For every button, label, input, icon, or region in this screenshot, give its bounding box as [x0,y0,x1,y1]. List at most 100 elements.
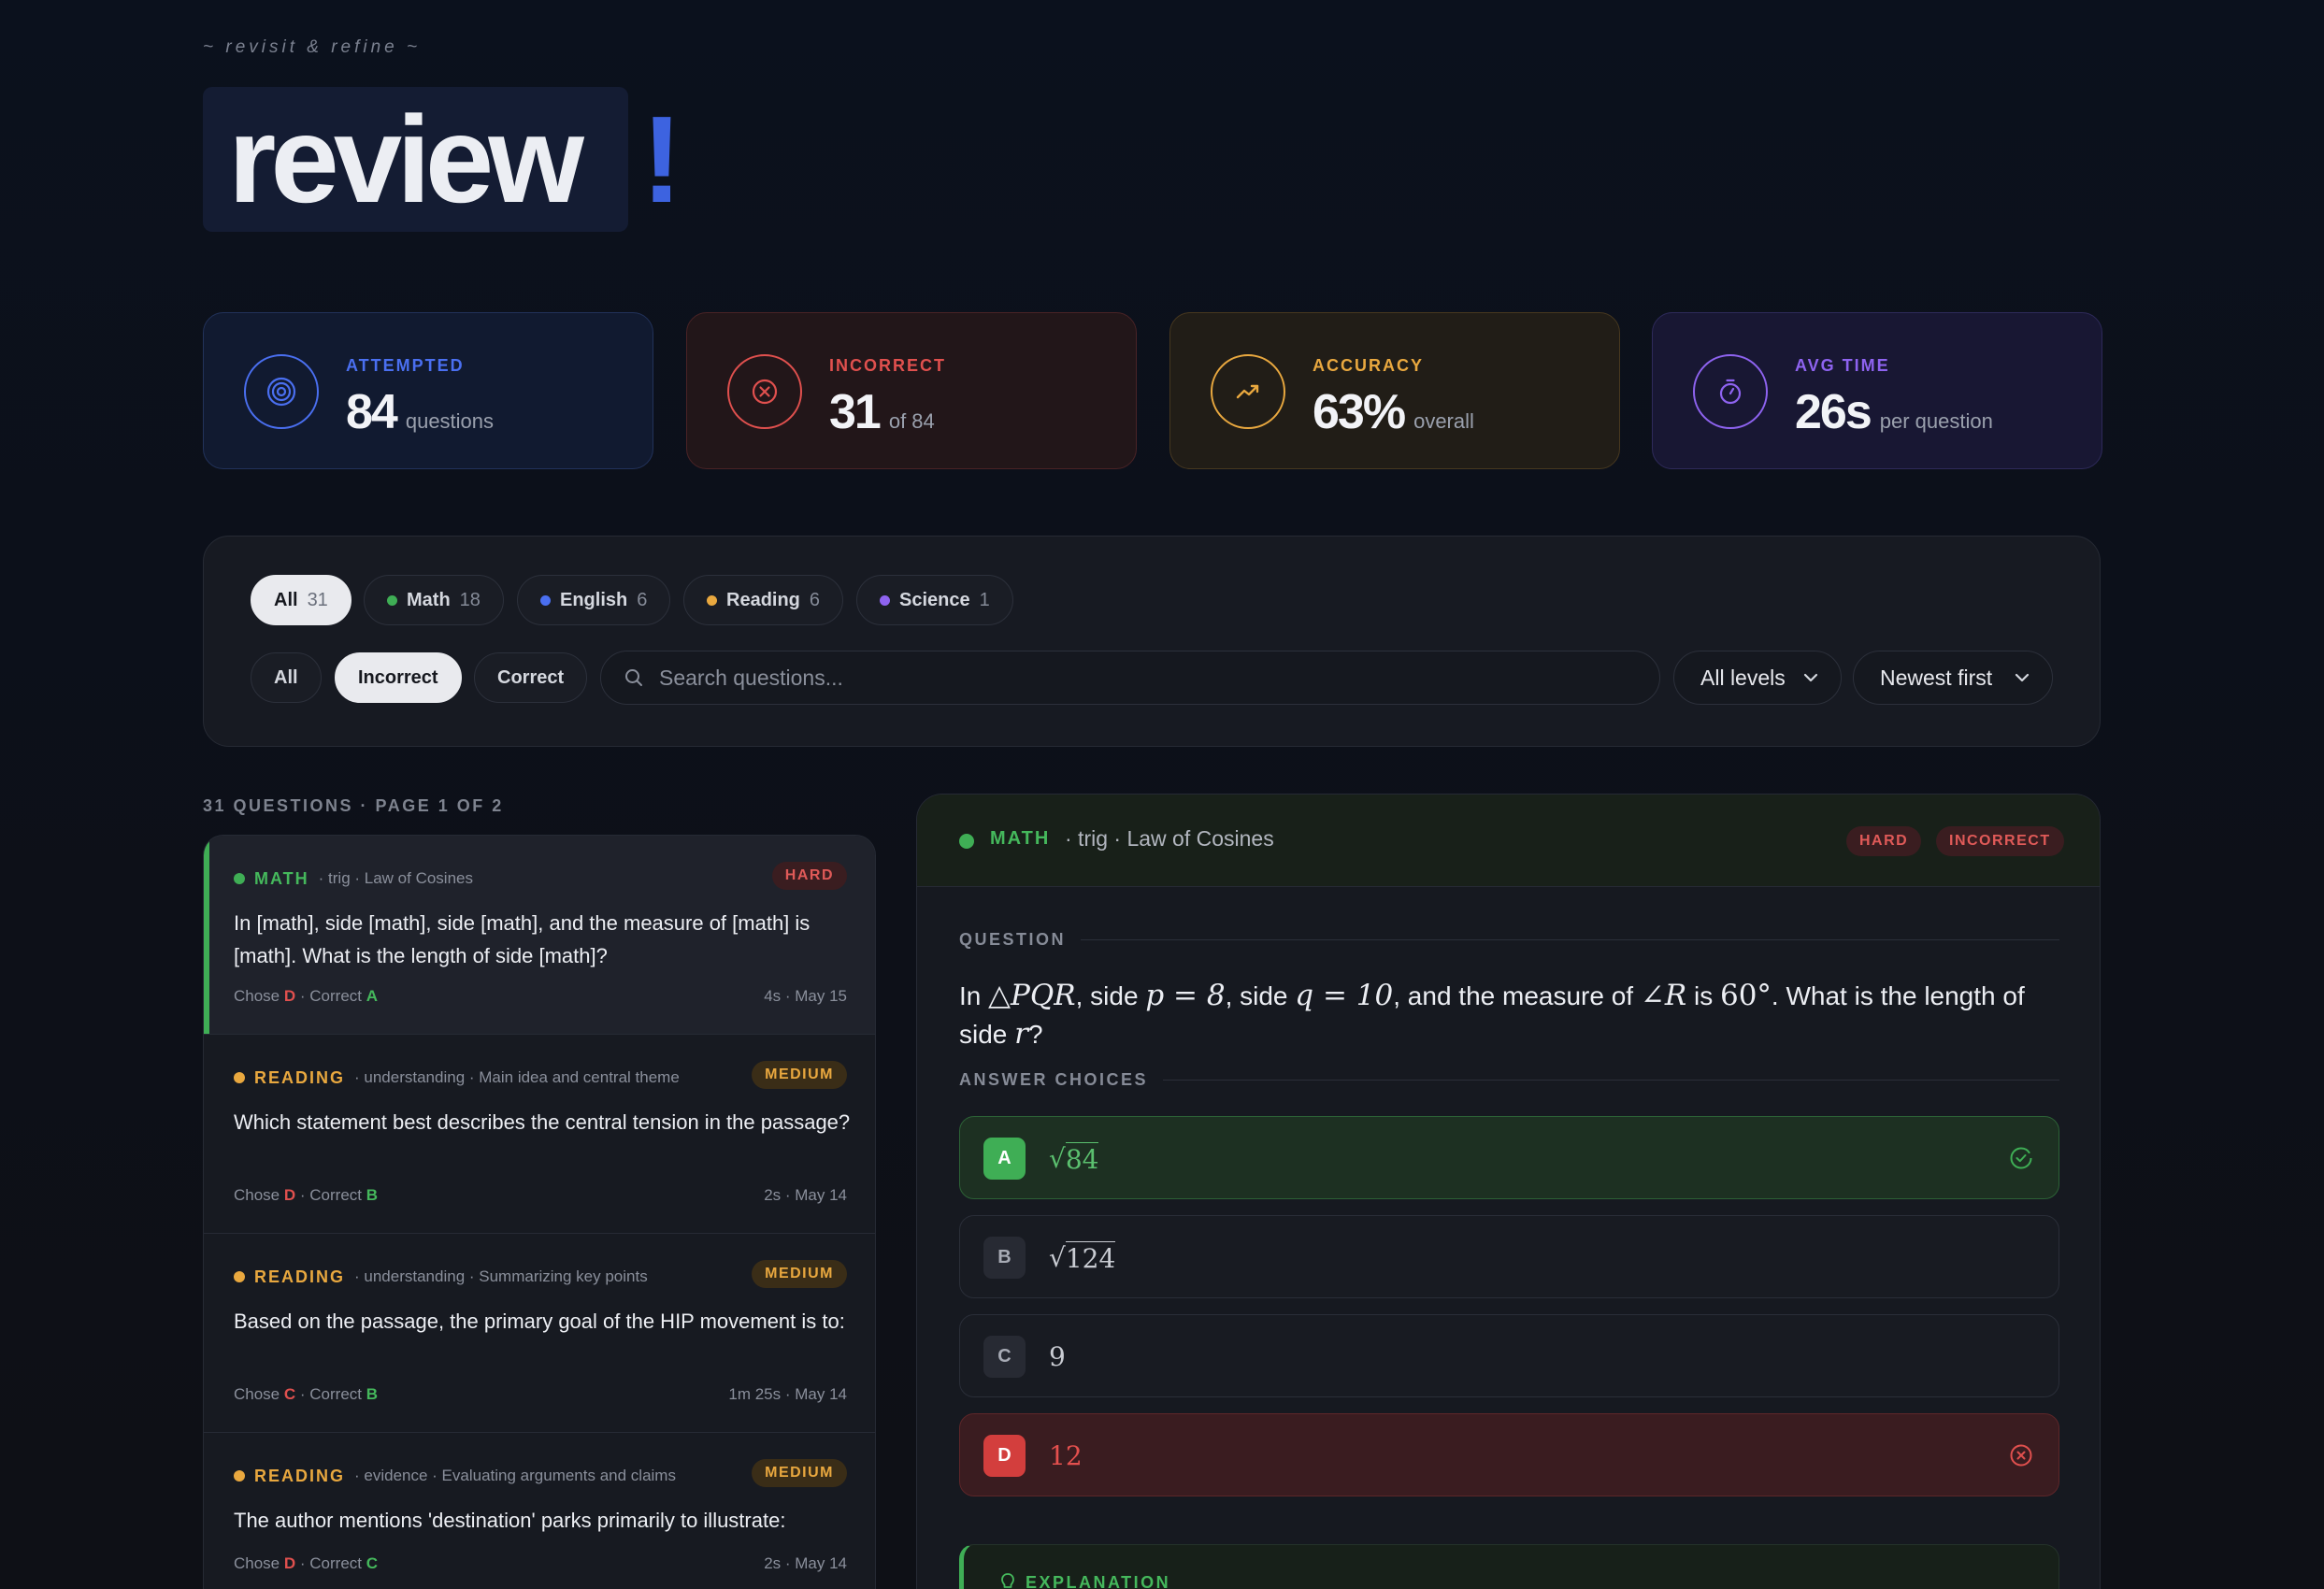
search-input[interactable] [659,665,1594,691]
list-item[interactable]: MATH · trig · Law of Cosines HARD In [ma… [204,836,875,1035]
choice-value: √ 84 [1049,1139,1099,1177]
difficulty-badge: MEDIUM [752,1459,847,1487]
choice-value: 9 [1049,1338,1066,1375]
subject-filter-english[interactable]: English 6 [517,575,671,625]
item-question: In [math], side [math], side [math], and… [234,911,811,967]
item-topic: · understanding · Main idea and central … [354,1068,680,1086]
chose-label: Chose [234,1186,280,1204]
chose-label: Chose [234,1385,280,1403]
chip-count: 6 [637,589,648,610]
item-answers: Chose D · Correct C [234,1554,378,1573]
chip-count: 31 [307,589,328,610]
list-header: 31 QUESTIONS · PAGE 1 OF 2 [203,796,504,815]
choice-c[interactable]: C 9 [959,1314,2059,1397]
item-time-date: 4s · May 15 [764,987,847,1005]
reading-dot-icon [707,594,717,606]
chip-label: All [274,666,298,688]
stat-unit: per question [1879,409,1993,433]
correct-label: · Correct [299,1385,363,1403]
math-dot-icon [387,594,397,606]
item-question: The author mentions 'destination' parks … [234,1509,786,1532]
item-question: Which statement best describes the centr… [234,1110,851,1134]
correct-label: · Correct [299,987,363,1005]
correct-label: · Correct [299,1554,363,1572]
item-topic: · trig · Law of Cosines [318,869,473,887]
item-answers: Chose D · Correct A [234,987,378,1006]
result-filter-incorrect[interactable]: Incorrect [335,652,462,703]
sort-select-value: Newest first [1880,665,1993,690]
chosen-answer: C [283,1385,296,1403]
difficulty-badge: HARD [771,862,847,890]
question-text: In △PQR, side p = 8, side q = 10, and th… [959,977,2062,1053]
item-answers: Chose C · Correct B [234,1385,378,1404]
chip-label: English [560,589,628,610]
lightbulb-icon [1001,1573,1014,1588]
search-icon [625,669,642,686]
chip-count: 18 [459,589,481,610]
choice-b[interactable]: B √ 124 [959,1215,2059,1298]
list-item[interactable]: READING · understanding · Summarizing ke… [204,1234,875,1433]
choice-value: √ 124 [1049,1238,1116,1276]
result-filter-correct[interactable]: Correct [474,652,588,703]
math-expression: r [1014,1017,1028,1051]
stat-value-row: 31 of 84 [829,384,935,440]
stat-label: AVG TIME [1795,356,1890,375]
subject-filter-science[interactable]: Science 1 [856,575,1013,625]
difficulty-badge: MEDIUM [752,1260,847,1288]
subject-filter-math[interactable]: Math 18 [364,575,504,625]
choice-letter: D [983,1435,1026,1477]
math-expression: ∠R [1640,979,1687,1012]
item-meta: MATH · trig · Law of Cosines [234,866,847,892]
correct-answer: C [366,1554,379,1572]
choice-letter: A [983,1138,1026,1180]
sort-select[interactable]: Newest first [1853,651,2053,705]
level-select-value: All levels [1700,665,1786,690]
question-list: MATH · trig · Law of Cosines HARD In [ma… [203,835,876,1589]
detail-topic: · trig · Law of Cosines [1065,826,1274,851]
question-text-part: , side [1225,981,1296,1010]
item-subject: READING [254,1067,346,1087]
list-item[interactable]: READING · evidence · Evaluating argument… [204,1433,875,1589]
check-circle-icon [2010,1147,2032,1169]
subject-filter-reading[interactable]: Reading 6 [683,575,844,625]
item-footer: Chose C · Correct B 1m 25s · May 14 [234,1385,847,1404]
stat-number: 63% [1313,385,1406,439]
section-label-text: ANSWER CHOICES [959,1070,1149,1089]
list-item[interactable]: READING · understanding · Main idea and … [204,1035,875,1234]
question-detail-panel: MATH · trig · Law of Cosines HARD INCORR… [916,794,2101,1589]
stat-value-row: 63% overall [1313,384,1474,440]
choice-a[interactable]: A √ 84 [959,1116,2059,1199]
choice-d[interactable]: D 12 [959,1413,2059,1496]
subject-dot-icon [234,1470,245,1482]
result-filter-all[interactable]: All [251,652,322,703]
explanation-card: EXPLANATION [959,1544,2059,1589]
tagline: ~ revisit & refine ~ [203,37,422,57]
stat-number: 84 [346,385,398,439]
level-select[interactable]: All levels [1673,651,1842,705]
subject-filter-all[interactable]: All 31 [251,575,351,625]
search-box[interactable] [600,651,1660,705]
item-footer: Chose D · Correct A 4s · May 15 [234,987,847,1006]
item-time-date: 2s · May 14 [764,1554,847,1572]
math-expression: q = 10 [1295,979,1394,1012]
choice-value-text: 12 [1049,1439,1083,1471]
science-dot-icon [880,594,890,606]
divider [1081,938,2059,941]
chevron-down-icon [2015,673,2030,682]
stat-value-row: 26s per question [1795,384,1993,440]
stat-number: 26s [1795,385,1872,439]
detail-subject: MATH [990,828,1051,849]
chevron-down-icon [1803,673,1818,682]
question-text-part: ? [1027,1020,1043,1049]
explanation-label: EXPLANATION [999,1572,1170,1589]
difficulty-badge: MEDIUM [752,1061,847,1089]
item-footer: Chose D · Correct C 2s · May 14 [234,1554,847,1573]
choice-value: 12 [1049,1437,1083,1474]
item-subject: READING [254,1267,346,1286]
stat-value-row: 84 questions [346,384,494,440]
chip-label: Science [899,589,970,610]
difficulty-badge: HARD [1846,826,1922,856]
result-badge: INCORRECT [1936,826,2064,856]
correct-answer: B [366,1385,379,1403]
math-expression: 60° [1719,979,1772,1012]
